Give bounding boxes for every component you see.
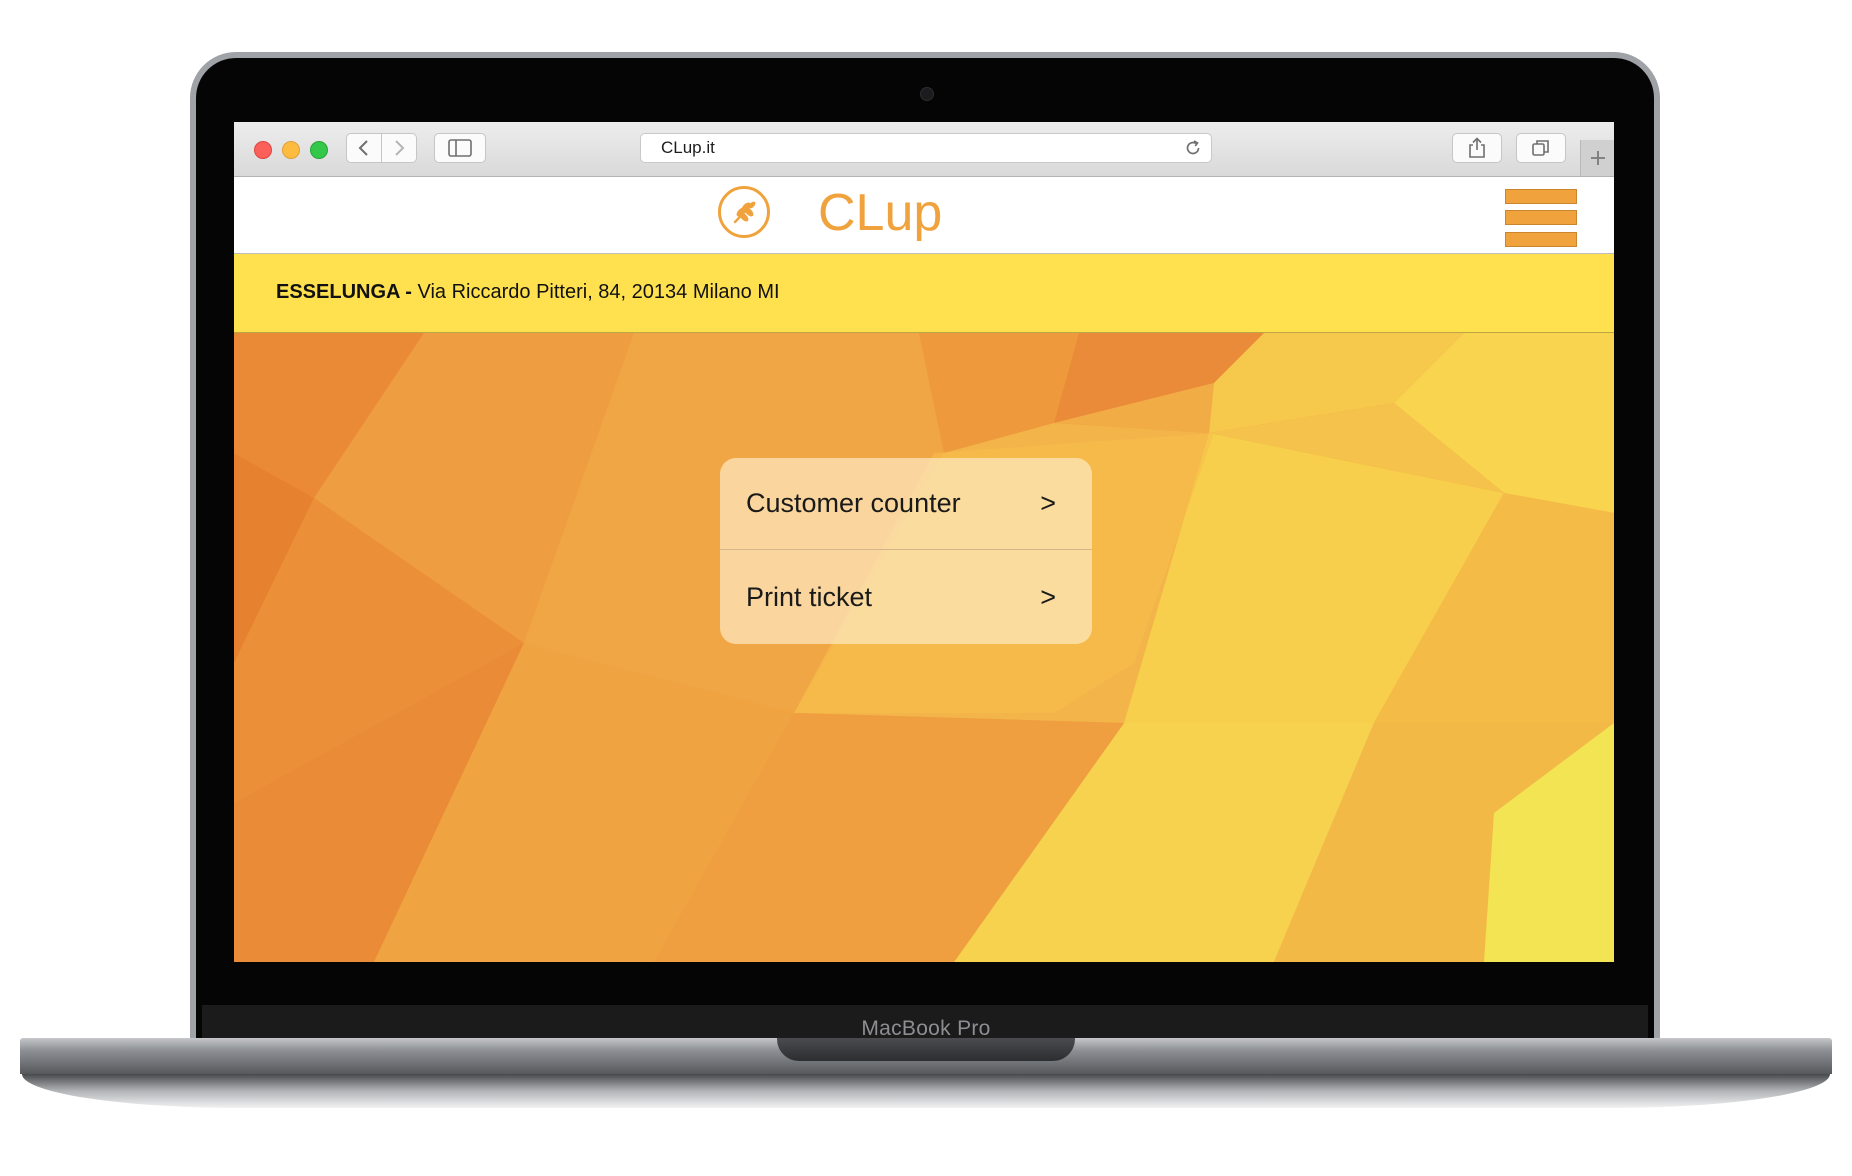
chevron-right-icon [395, 140, 405, 156]
print-ticket-label: Print ticket [746, 581, 873, 612]
store-address: Via Riccardo Pitteri, 84, 20134 Milano M… [417, 281, 780, 303]
new-tab-button[interactable] [1580, 140, 1614, 176]
forward-button[interactable] [381, 133, 417, 163]
customer-counter-item[interactable]: Customer counter > [720, 458, 1092, 550]
store-banner: ESSELUNGA - Via Riccardo Pitteri, 84, 20… [234, 254, 1614, 333]
laptop-notch [777, 1038, 1075, 1061]
chevron-left-icon [358, 140, 368, 156]
browser-window: CLup.it CLup ESSELUNGA - Via Riccardo Pi… [234, 122, 1614, 962]
window-minimize-button[interactable] [282, 141, 300, 159]
back-button[interactable] [346, 133, 382, 163]
reload-icon[interactable] [1183, 138, 1203, 158]
low-poly-background [234, 333, 1614, 962]
share-icon [1469, 137, 1485, 158]
laptop-base-lip [22, 1074, 1830, 1108]
hamburger-menu-button[interactable] [1505, 189, 1577, 247]
site-title: CLup [818, 184, 943, 242]
browser-toolbar: CLup.it [234, 122, 1614, 177]
chevron-right-icon: > [1040, 488, 1056, 518]
store-info: ESSELUNGA - Via Riccardo Pitteri, 84, 20… [276, 254, 780, 330]
sidebar-icon [448, 139, 472, 157]
camera-icon [920, 87, 934, 101]
main-content: Customer counter > Print ticket > [234, 333, 1614, 962]
hamburger-menu-icon [1505, 189, 1577, 204]
site-logo[interactable] [718, 186, 770, 238]
plus-icon [1591, 151, 1605, 165]
window-close-button[interactable] [254, 141, 272, 159]
window-zoom-button[interactable] [310, 141, 328, 159]
site-header: CLup [234, 177, 1614, 254]
action-menu: Customer counter > Print ticket > [720, 458, 1092, 644]
wheat-logo-icon [733, 201, 756, 224]
store-name: ESSELUNGA - [276, 281, 412, 303]
tabs-button[interactable] [1516, 133, 1566, 163]
address-bar[interactable]: CLup.it [640, 133, 1212, 163]
share-button[interactable] [1452, 133, 1502, 163]
customer-counter-label: Customer counter [746, 488, 961, 518]
hamburger-menu-icon [1505, 232, 1577, 247]
chevron-right-icon: > [1040, 581, 1056, 612]
sidebar-button[interactable] [434, 133, 486, 163]
tabs-icon [1532, 140, 1549, 156]
address-text: CLup.it [661, 138, 715, 157]
print-ticket-item[interactable]: Print ticket > [720, 551, 1092, 643]
hamburger-menu-icon [1505, 210, 1577, 225]
